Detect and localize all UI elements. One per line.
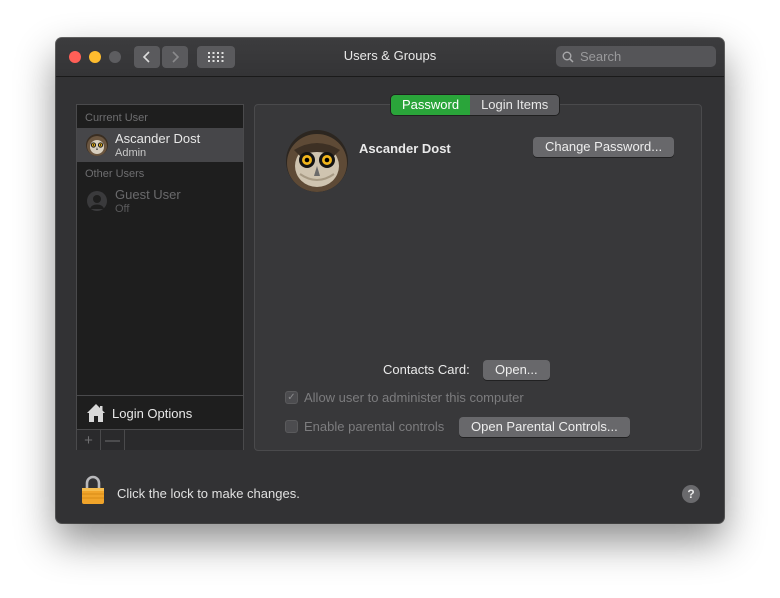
current-user-name: Ascander Dost <box>115 131 201 146</box>
owl-avatar <box>86 134 108 156</box>
window-title: Users & Groups <box>343 48 437 63</box>
current-user-role: Admin <box>115 147 147 159</box>
guest-user-icon <box>86 190 108 212</box>
tab-bar: Password Login Items <box>391 95 560 115</box>
current-user-section-label: Current User <box>85 112 148 124</box>
minimize-window-button[interactable] <box>89 51 101 63</box>
show-all-button[interactable] <box>197 46 235 68</box>
back-button[interactable] <box>134 46 160 68</box>
parental-checkbox-row: Enable parental controls <box>285 419 444 434</box>
admin-checkbox-label: Allow user to administer this computer <box>304 390 524 405</box>
contacts-card-label: Contacts Card: <box>383 362 470 377</box>
grid-icon <box>208 52 224 62</box>
account-name: Ascander Dost <box>359 141 451 156</box>
contacts-open-button[interactable]: Open... <box>483 360 550 380</box>
account-picture[interactable] <box>286 130 348 192</box>
search-icon <box>562 51 574 63</box>
users-sidebar: Current User Ascander Dost Admin Other U… <box>76 104 244 450</box>
add-user-button[interactable]: + <box>77 430 101 450</box>
users-groups-window: Users & Groups Current User <box>56 38 724 523</box>
guest-user-name: Guest User <box>115 187 181 202</box>
admin-checkbox[interactable]: ✓ <box>285 391 298 404</box>
other-users-section-label: Other Users <box>85 168 145 180</box>
lock-message: Click the lock to make changes. <box>117 486 300 501</box>
lock-icon <box>82 475 104 504</box>
house-icon <box>87 404 105 422</box>
guest-user-status: Off <box>115 203 130 215</box>
tab-password[interactable]: Password <box>391 95 471 115</box>
chevron-left-icon <box>142 51 150 63</box>
help-button[interactable]: ? <box>682 485 700 503</box>
sidebar-item-current-user[interactable]: Ascander Dost Admin <box>77 128 243 162</box>
login-options-item[interactable]: Login Options <box>77 395 243 430</box>
admin-checkbox-row: ✓ Allow user to administer this computer <box>285 390 524 405</box>
close-window-button[interactable] <box>69 51 81 63</box>
parental-controls-label: Enable parental controls <box>304 419 445 434</box>
search-field[interactable] <box>556 46 716 67</box>
open-parental-controls-button[interactable]: Open Parental Controls... <box>459 417 630 437</box>
zoom-window-button[interactable] <box>109 51 121 63</box>
parental-controls-checkbox[interactable] <box>285 420 298 433</box>
sidebar-item-guest-user[interactable]: Guest User Off <box>77 184 243 218</box>
forward-button[interactable] <box>162 46 188 68</box>
navigation-buttons <box>134 46 188 68</box>
chevron-right-icon <box>172 51 180 63</box>
sidebar-footer: + — <box>77 429 243 450</box>
search-input[interactable] <box>578 48 712 65</box>
login-options-label: Login Options <box>112 405 193 421</box>
tab-login-items[interactable]: Login Items <box>470 95 560 115</box>
lock-button[interactable] <box>81 475 105 505</box>
title-bar: Users & Groups <box>56 38 724 77</box>
change-password-button[interactable]: Change Password... <box>533 137 675 157</box>
remove-user-button[interactable]: — <box>101 430 125 450</box>
